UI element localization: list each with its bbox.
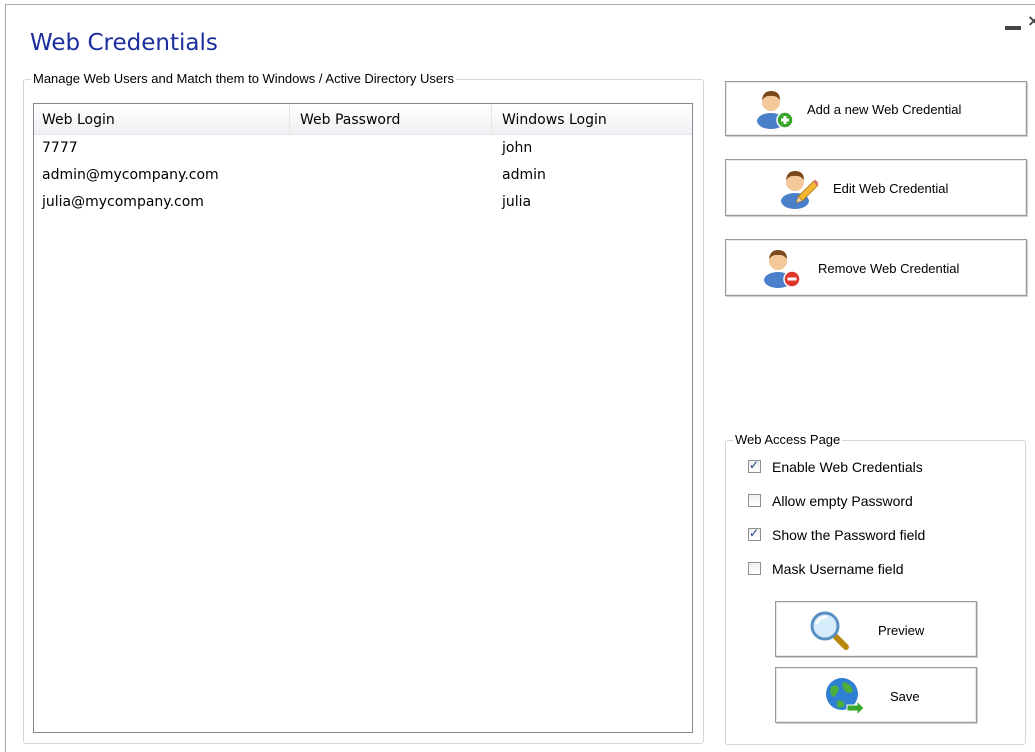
- show-password-field-label: Show the Password field: [772, 527, 926, 543]
- cell-windows-login: john: [502, 140, 533, 156]
- enable-web-credentials-checkbox[interactable]: [748, 458, 761, 473]
- column-divider[interactable]: [491, 104, 492, 134]
- credentials-list[interactable]: Web Login Web Password Windows Login 777…: [33, 103, 693, 733]
- cell-web-login: julia@mycompany.com: [42, 194, 204, 210]
- edit-credential-button[interactable]: Edit Web Credential: [725, 159, 1027, 216]
- add-user-icon: [757, 91, 794, 129]
- column-divider[interactable]: [289, 104, 290, 134]
- edit-user-icon: [781, 171, 818, 209]
- page-title: Web Credentials: [30, 30, 218, 56]
- column-header-windows-login[interactable]: Windows Login: [502, 112, 607, 128]
- mask-username-field-label: Mask Username field: [772, 561, 904, 577]
- enable-web-credentials-label: Enable Web Credentials: [772, 459, 923, 475]
- web-access-page-group: Web Access Page Enable Web Credentials A…: [725, 432, 1026, 745]
- column-header-web-login[interactable]: Web Login: [42, 112, 115, 128]
- column-header-web-password[interactable]: Web Password: [300, 112, 400, 128]
- table-row[interactable]: admin@mycompany.com admin: [34, 162, 692, 189]
- manage-users-legend: Manage Web Users and Match them to Windo…: [31, 71, 456, 86]
- window-controls: ×: [1005, 11, 1035, 38]
- edit-credential-label: Edit Web Credential: [833, 181, 949, 196]
- mask-username-field-checkbox[interactable]: [748, 562, 761, 575]
- preview-label: Preview: [878, 623, 925, 638]
- remove-credential-label: Remove Web Credential: [818, 261, 960, 276]
- list-header: Web Login Web Password Windows Login: [34, 104, 692, 135]
- add-credential-button[interactable]: Add a new Web Credential: [725, 81, 1027, 136]
- magnifier-icon: [810, 611, 849, 650]
- allow-empty-password-label: Allow empty Password: [772, 493, 913, 509]
- table-row[interactable]: 7777 john: [34, 135, 692, 162]
- globe-icon: [826, 678, 865, 717]
- preview-button[interactable]: Preview: [775, 601, 977, 657]
- remove-credential-button[interactable]: Remove Web Credential: [725, 239, 1027, 296]
- manage-users-group: Manage Web Users and Match them to Windo…: [23, 71, 704, 744]
- add-credential-label: Add a new Web Credential: [807, 102, 962, 117]
- cell-web-login: 7777: [42, 140, 78, 156]
- show-password-field-checkbox[interactable]: [748, 526, 761, 541]
- web-access-page-legend: Web Access Page: [733, 432, 843, 447]
- close-icon[interactable]: ×: [1027, 11, 1035, 30]
- allow-empty-password-checkbox[interactable]: [748, 494, 761, 507]
- table-row[interactable]: julia@mycompany.com julia: [34, 189, 692, 216]
- save-label: Save: [890, 689, 920, 704]
- cell-windows-login: julia: [502, 194, 532, 210]
- cell-windows-login: admin: [502, 167, 546, 183]
- minimize-icon[interactable]: [1005, 26, 1021, 30]
- save-button[interactable]: Save: [775, 667, 977, 723]
- remove-user-icon: [764, 250, 801, 288]
- cell-web-login: admin@mycompany.com: [42, 167, 219, 183]
